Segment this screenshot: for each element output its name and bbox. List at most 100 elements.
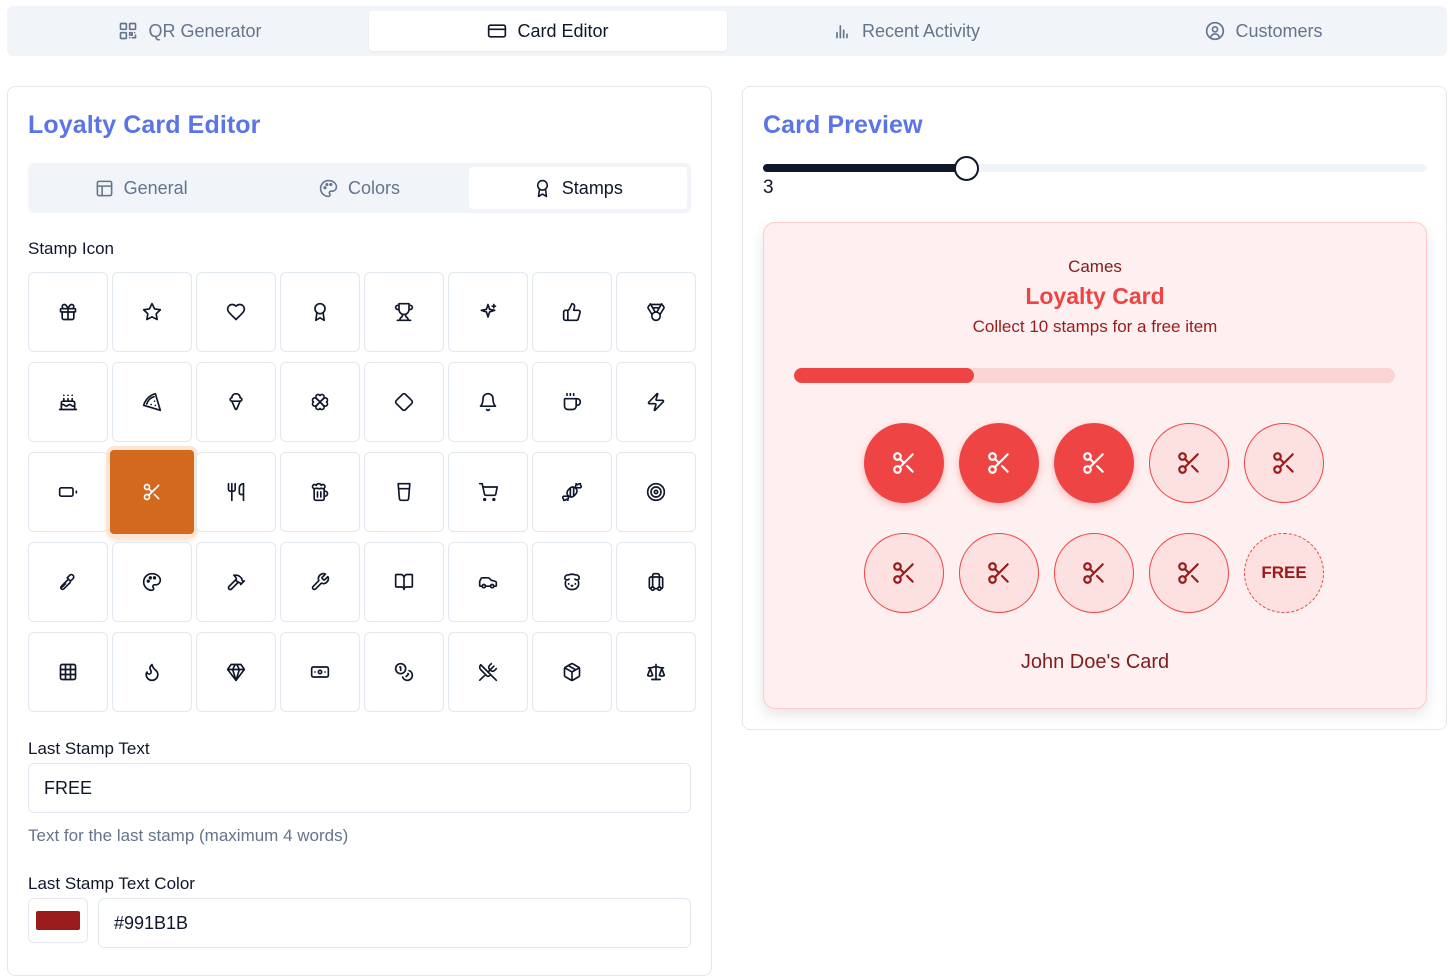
palette-icon xyxy=(142,572,162,592)
last-stamp-color-input[interactable]: #991B1B xyxy=(98,898,691,948)
grid-icon xyxy=(58,662,78,682)
stamp-icon-option-car[interactable] xyxy=(448,542,528,622)
stamp-icon-option-banknote[interactable] xyxy=(280,632,360,712)
stamp-icon-option-thumbs-up[interactable] xyxy=(532,272,612,352)
tab-label: Card Editor xyxy=(517,20,609,41)
stamp-icon-option-cake[interactable] xyxy=(28,362,108,442)
scissors-icon xyxy=(986,450,1012,476)
stamp-icon-option-cup[interactable] xyxy=(364,452,444,532)
stamp-icon-grid xyxy=(28,272,696,712)
stamp-icon-option-heart[interactable] xyxy=(196,272,276,352)
stamp-icon-option-gift[interactable] xyxy=(28,272,108,352)
stamp-icon-option-clover[interactable] xyxy=(280,362,360,442)
card-preview-panel: Card Preview 3 Cames Loyalty Card Collec… xyxy=(742,86,1447,730)
luggage-icon xyxy=(646,572,666,592)
stamp-icon-option-scale[interactable] xyxy=(616,632,696,712)
stamp-count-slider[interactable] xyxy=(763,156,1427,181)
gem-diamond-icon xyxy=(394,392,414,412)
stamp-icon-option-beer[interactable] xyxy=(280,452,360,532)
slider-value: 3 xyxy=(763,177,774,198)
stamp-icon-option-flame[interactable] xyxy=(112,632,192,712)
stamp-icon-option-star[interactable] xyxy=(112,272,192,352)
ice-cream-icon xyxy=(226,392,246,412)
card-title: Loyalty Card xyxy=(1025,283,1165,309)
stamp-icon-option-diamond[interactable] xyxy=(196,632,276,712)
stamp-icon-option-dog[interactable] xyxy=(532,542,612,622)
stamp-icon-option-coins[interactable] xyxy=(364,632,444,712)
stamp-icon-option-candy[interactable] xyxy=(532,452,612,532)
stamp-icon-option-medal[interactable] xyxy=(616,272,696,352)
scissors-icon xyxy=(1081,560,1107,586)
tab-label: Customers xyxy=(1235,20,1323,41)
scissors-icon xyxy=(1176,450,1202,476)
diamond-icon xyxy=(226,662,246,682)
stamp-icon-option-zap[interactable] xyxy=(616,362,696,442)
stamp-icon-option-target[interactable] xyxy=(616,452,696,532)
shopping-cart-icon xyxy=(478,482,498,502)
stamp-icon-option-scissors[interactable] xyxy=(110,450,194,534)
subtab-label: Colors xyxy=(347,177,400,198)
medal-icon xyxy=(646,302,666,322)
stamp-icon-option-shopping-cart[interactable] xyxy=(448,452,528,532)
trophy-icon xyxy=(394,302,414,322)
card-progress-bar xyxy=(794,368,1395,383)
stamp-icon-option-battery[interactable] xyxy=(28,452,108,532)
award-icon xyxy=(310,302,330,322)
stamp-icon-option-sparkles[interactable] xyxy=(448,272,528,352)
zap-icon xyxy=(646,392,666,412)
stamp-icon-option-gem-diamond[interactable] xyxy=(364,362,444,442)
tab-label: QR Generator xyxy=(148,20,262,41)
stamp-empty xyxy=(1244,423,1324,503)
scissors-icon xyxy=(1271,450,1297,476)
palette-icon xyxy=(319,179,338,198)
user-circle-icon xyxy=(1205,21,1225,41)
stamp-icon-option-book[interactable] xyxy=(364,542,444,622)
color-swatch-picker[interactable] xyxy=(28,898,88,943)
subtab-stamps[interactable]: Stamps xyxy=(468,167,687,209)
stamp-icon-option-bell[interactable] xyxy=(448,362,528,442)
award-icon xyxy=(533,179,552,198)
bell-icon xyxy=(478,392,498,412)
stamp-icon-option-ice-cream[interactable] xyxy=(196,362,276,442)
book-icon xyxy=(394,572,414,592)
star-icon xyxy=(142,302,162,322)
tab-recent-activity[interactable]: Recent Activity xyxy=(727,11,1085,51)
stamp-icon-option-luggage[interactable] xyxy=(616,542,696,622)
stamp-icon-option-wrench[interactable] xyxy=(280,542,360,622)
stamp-empty xyxy=(1149,423,1229,503)
coffee-icon xyxy=(562,392,582,412)
stamp-icon-option-coffee[interactable] xyxy=(532,362,612,442)
thumbs-up-icon xyxy=(562,302,582,322)
stamp-icon-option-package[interactable] xyxy=(532,632,612,712)
stamp-icon-option-grid[interactable] xyxy=(28,632,108,712)
subtab-label: Stamps xyxy=(561,177,623,198)
subtab-general[interactable]: General xyxy=(32,167,250,209)
clover-icon xyxy=(310,392,330,412)
stamp-icon-option-award[interactable] xyxy=(280,272,360,352)
last-stamp-text-input[interactable]: FREE xyxy=(28,763,691,813)
scissors-icon xyxy=(142,482,162,502)
target-icon xyxy=(646,482,666,502)
stamp-filled xyxy=(1054,423,1134,503)
tab-card-editor[interactable]: Card Editor xyxy=(369,11,727,51)
stamp-icon-option-paintbrush[interactable] xyxy=(28,542,108,622)
last-stamp-text-hint: Text for the last stamp (maximum 4 words… xyxy=(28,826,349,845)
stamp-icon-option-hammer[interactable] xyxy=(196,542,276,622)
crossed-utensils-icon xyxy=(478,662,498,682)
slider-thumb[interactable] xyxy=(953,156,979,181)
slider-fill xyxy=(763,164,966,172)
subtab-label: General xyxy=(123,177,188,198)
hammer-icon xyxy=(226,572,246,592)
loyalty-card-editor-panel: Loyalty Card Editor General Colors Stamp… xyxy=(7,86,712,976)
stamp-icon-option-pizza[interactable] xyxy=(112,362,192,442)
tab-qr-generator[interactable]: QR Generator xyxy=(11,11,369,51)
cake-icon xyxy=(58,392,78,412)
stamp-grid: FREE xyxy=(864,423,1324,613)
stamp-icon-option-crossed-utensils[interactable] xyxy=(448,632,528,712)
card-business-name: Cames xyxy=(1068,257,1122,276)
stamp-icon-option-utensils[interactable] xyxy=(196,452,276,532)
tab-customers[interactable]: Customers xyxy=(1085,11,1443,51)
subtab-colors[interactable]: Colors xyxy=(250,167,468,209)
stamp-icon-option-trophy[interactable] xyxy=(364,272,444,352)
stamp-icon-option-palette[interactable] xyxy=(112,542,192,622)
